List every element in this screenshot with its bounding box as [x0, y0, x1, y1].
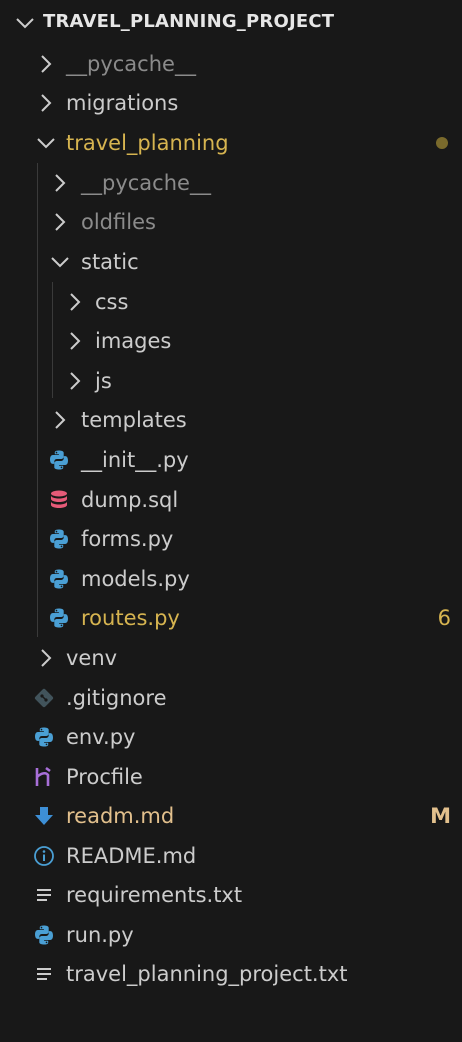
- text-file-icon: [37, 889, 51, 901]
- python-icon: [50, 569, 68, 589]
- problems-count-badge: 6: [437, 606, 451, 630]
- tree-item-run-py[interactable]: run.py: [0, 916, 462, 954]
- tree-item-travel-planning-project-txt[interactable]: travel_planning_project.txt: [0, 955, 462, 993]
- tree-item-readm-md[interactable]: readm.md M: [0, 797, 462, 835]
- tree-item-migrations[interactable]: migrations: [0, 84, 462, 122]
- python-icon: [50, 608, 68, 628]
- tree-item-routes-py[interactable]: routes.py 6: [0, 599, 462, 637]
- tree-item-oldfiles[interactable]: oldfiles: [0, 203, 462, 241]
- tree-item-dump-sql[interactable]: dump.sql: [0, 481, 462, 519]
- tree-item-label: README.md: [66, 844, 197, 868]
- tree-item-label: oldfiles: [81, 210, 156, 234]
- tree-item-label: __pycache__: [81, 171, 211, 195]
- project-title: TRAVEL_PLANNING_PROJECT: [43, 11, 335, 32]
- tree-item-templates[interactable]: templates: [0, 401, 462, 439]
- download-arrow-icon: [35, 807, 53, 825]
- chevron-down-icon[interactable]: [14, 12, 36, 34]
- chevron-right-icon[interactable]: [65, 291, 85, 313]
- tree-item-gitignore[interactable]: .gitignore: [0, 679, 462, 717]
- chevron-down-icon[interactable]: [50, 251, 70, 273]
- tree-item-label: __pycache__: [66, 52, 196, 76]
- tree-item-label: dump.sql: [81, 488, 179, 512]
- tree-item-label: css: [95, 290, 129, 314]
- chevron-right-icon[interactable]: [36, 53, 56, 75]
- tree-item-pycache[interactable]: __pycache__: [0, 45, 462, 83]
- tree-item-procfile[interactable]: Procfile: [0, 758, 462, 796]
- tree-item-label: migrations: [66, 91, 179, 115]
- database-icon: [51, 490, 67, 508]
- tree-item-models-py[interactable]: models.py: [0, 560, 462, 598]
- chevron-right-icon[interactable]: [50, 211, 70, 233]
- tree-item-label: readm.md: [66, 804, 175, 828]
- tree-item-label: venv: [66, 646, 118, 670]
- info-icon: [34, 846, 54, 866]
- python-icon: [50, 450, 68, 470]
- tree-item-label: routes.py: [81, 606, 180, 630]
- tree-item-env-py[interactable]: env.py: [0, 718, 462, 756]
- python-icon: [35, 727, 53, 747]
- tree-item-label: templates: [81, 408, 187, 432]
- chevron-right-icon[interactable]: [36, 647, 56, 669]
- tree-item-label: models.py: [81, 567, 190, 591]
- python-icon: [50, 529, 68, 549]
- tree-item-label: env.py: [66, 725, 136, 749]
- tree-item-forms-py[interactable]: forms.py: [0, 520, 462, 558]
- chevron-right-icon[interactable]: [50, 172, 70, 194]
- tree-item-venv[interactable]: venv: [0, 639, 462, 677]
- tree-item-label: .gitignore: [66, 686, 167, 710]
- git-icon: [34, 688, 54, 708]
- git-modified-badge: M: [430, 804, 451, 828]
- tree-item-label: requirements.txt: [66, 883, 243, 907]
- tree-item-label: images: [95, 329, 172, 353]
- chevron-right-icon[interactable]: [50, 409, 70, 431]
- tree-item-label: Procfile: [66, 765, 143, 789]
- tree-item-label: travel_planning: [66, 131, 229, 155]
- heroku-icon: [35, 766, 51, 786]
- tree-item-label: js: [95, 369, 112, 393]
- chevron-right-icon[interactable]: [65, 330, 85, 352]
- chevron-right-icon[interactable]: [36, 92, 56, 114]
- tree-item-label: travel_planning_project.txt: [66, 962, 348, 986]
- problems-dot: [436, 137, 448, 149]
- tree-item-label: forms.py: [81, 527, 174, 551]
- chevron-down-icon[interactable]: [36, 132, 56, 154]
- tree-item-css[interactable]: css: [0, 283, 462, 321]
- tree-item-static[interactable]: static: [0, 243, 462, 281]
- text-file-icon: [37, 968, 51, 980]
- tree-item-label: __init__.py: [81, 448, 189, 472]
- tree-item-requirements-txt[interactable]: requirements.txt: [0, 876, 462, 914]
- tree-item-pycache[interactable]: __pycache__: [0, 164, 462, 202]
- tree-item-label: static: [81, 250, 139, 274]
- tree-item-js[interactable]: js: [0, 362, 462, 400]
- tree-item-label: run.py: [66, 923, 134, 947]
- tree-item-images[interactable]: images: [0, 322, 462, 360]
- tree-item-readme-md[interactable]: README.md: [0, 837, 462, 875]
- chevron-right-icon[interactable]: [65, 370, 85, 392]
- project-header[interactable]: TRAVEL_PLANNING_PROJECT: [0, 0, 462, 44]
- tree-item-init-py[interactable]: __init__.py: [0, 441, 462, 479]
- tree-item-travel-planning[interactable]: travel_planning: [0, 124, 462, 162]
- file-explorer: TRAVEL_PLANNING_PROJECT __pycache__ migr…: [0, 0, 462, 1042]
- python-icon: [35, 925, 53, 945]
